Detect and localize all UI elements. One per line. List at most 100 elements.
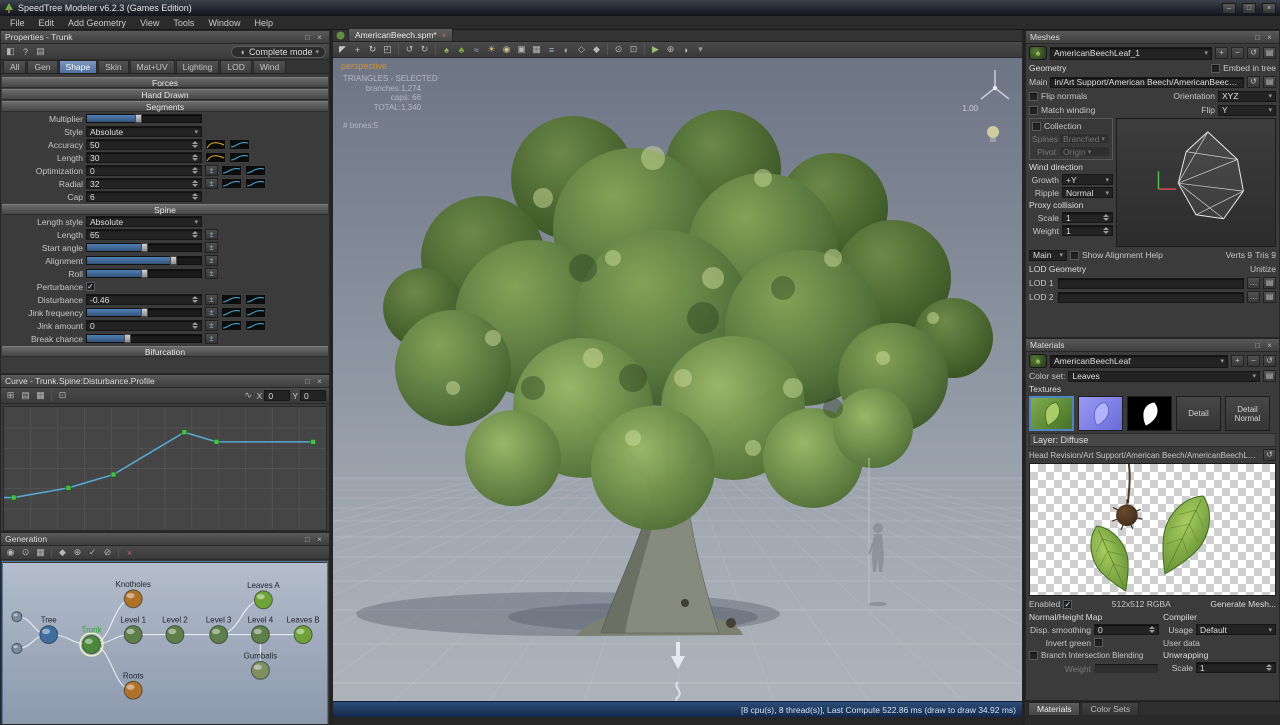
curve-thumb[interactable]	[221, 307, 242, 318]
play-icon[interactable]: ▶	[649, 43, 662, 56]
enabled-checkbox[interactable]: ✓	[1063, 600, 1072, 609]
help-icon[interactable]: ?	[19, 45, 32, 58]
color-set-dropdown[interactable]: Leaves▾	[1068, 371, 1260, 382]
mesh-preview[interactable]	[1116, 118, 1276, 247]
tab-skin[interactable]: Skin	[98, 60, 129, 73]
property-checkbox[interactable]: ✓	[86, 282, 95, 291]
alignment-help-checkbox[interactable]	[1070, 251, 1079, 260]
float-panel-icon[interactable]: □	[302, 377, 313, 386]
generator-node-roots[interactable]: Roots	[123, 671, 144, 699]
menu-window[interactable]: Window	[201, 17, 247, 29]
dropdown-icon[interactable]: ▾	[694, 43, 707, 56]
close-tab-icon[interactable]: ×	[442, 31, 447, 40]
variance-button[interactable]: ±	[205, 178, 218, 189]
tab-color-sets[interactable]: Color Sets	[1081, 702, 1139, 715]
invert-green-checkbox[interactable]	[1094, 638, 1103, 647]
curve-y-input[interactable]: 0	[300, 390, 326, 401]
ripple-dropdown[interactable]: Normal▾	[1062, 187, 1113, 198]
collection-checkbox[interactable]	[1032, 122, 1041, 131]
settings-icon[interactable]: ⊕	[664, 43, 677, 56]
scale-icon[interactable]: ◰	[381, 43, 394, 56]
slider-handle[interactable]	[141, 269, 148, 278]
slider-handle[interactable]	[135, 114, 142, 123]
section-header-hand-drawn[interactable]: Hand Drawn	[2, 89, 328, 100]
lock-icon[interactable]: ⊘	[101, 546, 114, 559]
property-dropdown[interactable]: Absolute▾	[86, 216, 202, 227]
detail-button[interactable]: Detail	[1176, 396, 1221, 431]
diffuse-texture-thumb[interactable]	[1029, 396, 1074, 431]
property-spinner[interactable]: 0	[86, 165, 202, 176]
mesh-list-button[interactable]: ▤	[1263, 47, 1276, 59]
shadow-icon[interactable]: ◐	[560, 43, 573, 56]
proxy-scale-input[interactable]: 1	[1062, 212, 1113, 223]
link-icon[interactable]: ⊕	[71, 546, 84, 559]
tab-mat-uv[interactable]: Mat+UV	[130, 60, 175, 73]
camera-icon[interactable]: ▣	[515, 43, 528, 56]
float-panel-icon[interactable]: □	[1252, 33, 1263, 42]
property-spinner[interactable]: 30	[86, 152, 202, 163]
branch-blend-checkbox[interactable]	[1029, 651, 1038, 660]
flip-normals-checkbox[interactable]	[1029, 92, 1038, 101]
minimize-button[interactable]: –	[1222, 3, 1236, 14]
curve-x-input[interactable]: 0	[264, 390, 290, 401]
close-panel-icon[interactable]: ×	[314, 535, 325, 544]
wind-icon[interactable]: ≈	[470, 43, 483, 56]
curve-thumb[interactable]	[205, 139, 226, 150]
curve-thumb[interactable]	[229, 139, 250, 150]
section-header-bifurcation[interactable]: Bifurcation	[2, 346, 328, 357]
grid-icon[interactable]: ▦	[530, 43, 543, 56]
close-panel-icon[interactable]: ×	[1264, 341, 1275, 350]
tree-display-icon[interactable]: ♣	[455, 43, 468, 56]
variance-button[interactable]: ±	[205, 333, 218, 344]
variance-button[interactable]: ±	[205, 320, 218, 331]
slider-handle[interactable]	[141, 308, 148, 317]
close-button[interactable]: ×	[1262, 3, 1276, 14]
property-spinner[interactable]: -0.46	[86, 294, 202, 305]
main-path-field[interactable]: in/Art Support/American Beech/AmericanBe…	[1050, 77, 1244, 88]
add-material-button[interactable]: +	[1231, 355, 1244, 367]
refresh-icon[interactable]: ↺	[1247, 76, 1260, 88]
menu-edit[interactable]: Edit	[32, 17, 62, 29]
viewport[interactable]: perspective TRIANGLES - SELECTED branche…	[333, 58, 1022, 701]
menu-add-geometry[interactable]: Add Geometry	[61, 17, 133, 29]
variance-button[interactable]: ±	[205, 242, 218, 253]
fog-icon[interactable]: ≡	[545, 43, 558, 56]
tab-lighting[interactable]: Lighting	[176, 60, 220, 73]
float-panel-icon[interactable]: □	[1252, 341, 1263, 350]
match-winding-checkbox[interactable]	[1029, 106, 1038, 115]
variance-button[interactable]: ±	[205, 307, 218, 318]
generator-node[interactable]	[12, 643, 22, 653]
float-panel-icon[interactable]: □	[302, 535, 313, 544]
display-mode-icon[interactable]: ◑	[679, 43, 692, 56]
detail-normal-button[interactable]: Detail Normal	[1225, 396, 1270, 431]
curve-thumb[interactable]	[221, 320, 242, 331]
property-slider[interactable]	[86, 334, 202, 343]
texture-preview[interactable]	[1029, 463, 1276, 596]
undo-icon[interactable]: ↺	[403, 43, 416, 56]
lod2-options-button[interactable]: ▤	[1263, 291, 1276, 303]
usage-dropdown[interactable]: Default▾	[1196, 624, 1276, 635]
disp-smoothing-input[interactable]: 0	[1094, 624, 1159, 635]
property-slider[interactable]	[86, 308, 202, 317]
rotate-icon[interactable]: ↻	[366, 43, 379, 56]
menu-help[interactable]: Help	[247, 17, 280, 29]
tab-shape[interactable]: Shape	[59, 60, 98, 73]
remove-material-button[interactable]: −	[1247, 355, 1260, 367]
section-header-spine[interactable]: Spine	[2, 204, 328, 215]
color-set-edit-button[interactable]: ▤	[1263, 370, 1276, 382]
tab-wind[interactable]: Wind	[253, 60, 286, 73]
solid-icon[interactable]: ◆	[590, 43, 603, 56]
curve-list-icon[interactable]: ▤	[19, 389, 32, 402]
slider-handle[interactable]	[170, 256, 177, 265]
property-dropdown[interactable]: Absolute▾	[86, 126, 202, 137]
normal-texture-thumb[interactable]	[1078, 396, 1123, 431]
property-slider[interactable]	[86, 243, 202, 252]
embed-in-tree-checkbox[interactable]	[1211, 64, 1220, 73]
curve-profile-icon[interactable]: ∿	[242, 389, 255, 402]
material-selector-dropdown[interactable]: AmericanBeechLeaf ▾	[1050, 355, 1228, 368]
generate-mesh-button[interactable]: Generate Mesh...	[1210, 599, 1276, 609]
remove-mesh-button[interactable]: −	[1231, 47, 1244, 59]
add-mesh-button[interactable]: +	[1215, 47, 1228, 59]
check-icon[interactable]: ✓	[86, 546, 99, 559]
variance-button[interactable]: ±	[205, 255, 218, 266]
